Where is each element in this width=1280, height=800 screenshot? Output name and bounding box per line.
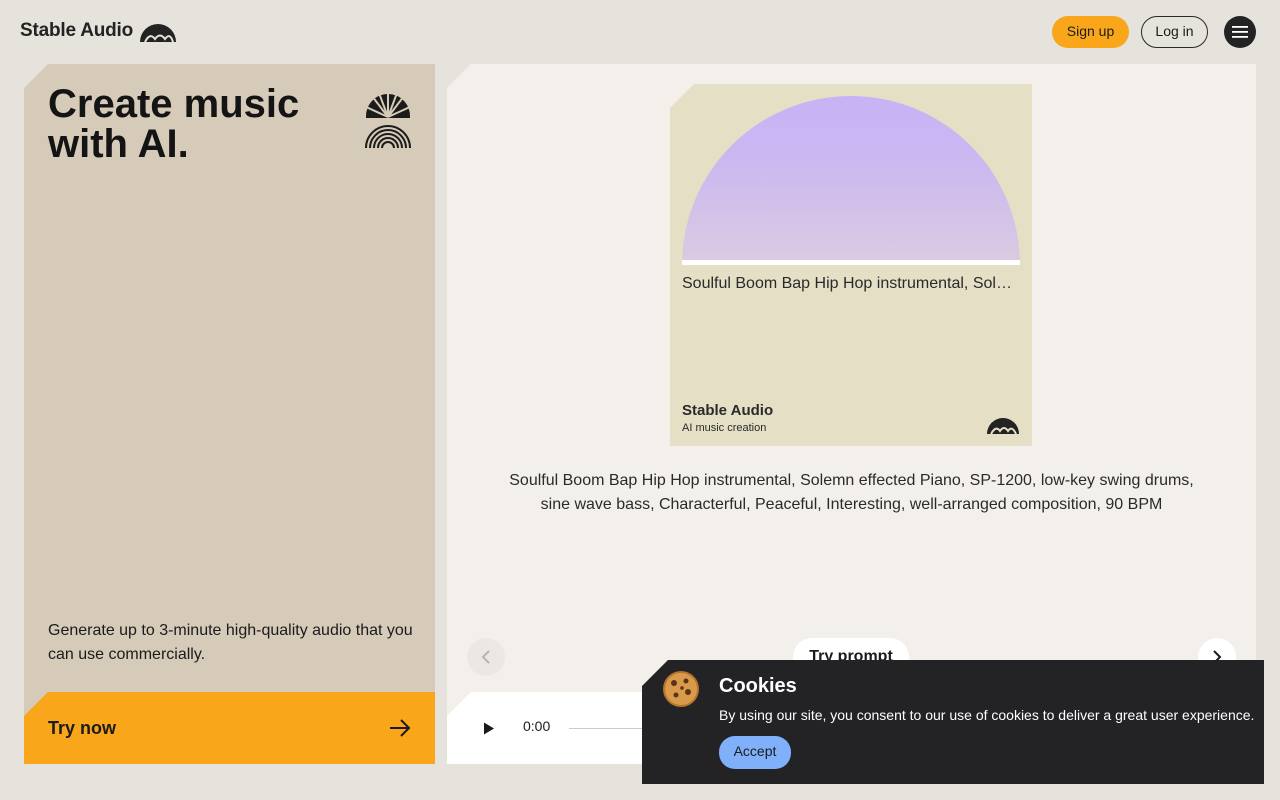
chevron-left-icon bbox=[481, 650, 490, 664]
current-time: 0:00 bbox=[523, 718, 551, 734]
hamburger-menu-icon bbox=[1232, 26, 1248, 38]
play-icon bbox=[484, 722, 494, 734]
site-header: Stable Audio Sign up Log in bbox=[0, 0, 1280, 64]
album-brand-subtitle: AI music creation bbox=[682, 422, 767, 434]
logo-text: Stable Audio bbox=[20, 20, 134, 41]
cookie-title: Cookies bbox=[719, 675, 797, 697]
cookie-icon bbox=[663, 671, 699, 707]
hero-title: Create music with AI. bbox=[48, 82, 300, 166]
album-brand-name: Stable Audio bbox=[682, 402, 774, 419]
sun-rainbow-icon bbox=[364, 92, 412, 148]
signup-button[interactable]: Sign up bbox=[1052, 16, 1129, 48]
arrow-right-icon bbox=[390, 719, 411, 737]
hero-card: Create music with AI. Generate up to 3-m… bbox=[24, 64, 435, 764]
showcase-panel: Soulful Boom Bap Hip Hop instrumental, S… bbox=[447, 64, 1256, 764]
album-caption: Soulful Boom Bap Hip Hop instrumental, S… bbox=[682, 275, 1020, 292]
try-now-button[interactable]: Try now bbox=[24, 692, 435, 764]
hero-description: Generate up to 3-minute high-quality aud… bbox=[48, 622, 413, 663]
menu-button[interactable] bbox=[1224, 16, 1256, 48]
album-brand: Stable Audio AI music creation bbox=[682, 402, 773, 436]
cookie-banner: Cookies By using our site, you consent t… bbox=[642, 660, 1264, 784]
cookie-message: By using our site, you consent to our us… bbox=[719, 707, 1255, 723]
previous-button[interactable] bbox=[467, 638, 505, 676]
prompt-text: Soulful Boom Bap Hip Hop instrumental, S… bbox=[509, 472, 1194, 513]
login-button[interactable]: Log in bbox=[1141, 16, 1208, 48]
album-artwork bbox=[682, 96, 1020, 265]
album-cover: Soulful Boom Bap Hip Hop instrumental, S… bbox=[670, 84, 1032, 446]
logo-mark-icon bbox=[987, 418, 1019, 434]
play-button[interactable] bbox=[481, 720, 497, 736]
try-now-label: Try now bbox=[48, 717, 117, 738]
accept-cookies-button[interactable]: Accept bbox=[719, 736, 791, 769]
album-divider bbox=[682, 260, 1020, 265]
site-logo[interactable]: Stable Audio bbox=[20, 19, 177, 43]
logo-mark-icon bbox=[140, 24, 177, 42]
